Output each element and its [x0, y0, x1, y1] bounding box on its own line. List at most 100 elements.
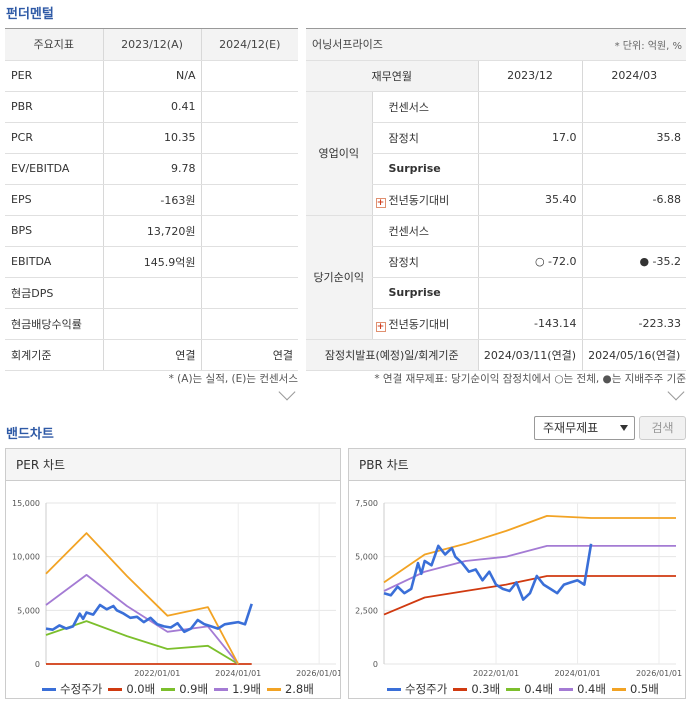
fundamental-row: PBR 0.41 — [5, 91, 298, 123]
y-tick-label: 10,000 — [12, 553, 40, 562]
group-label: 당기순이익 — [306, 215, 372, 340]
earnings-table: 어닝서프라이즈 * 단위: 억원, % 재무연월 2023/12 2024/03… — [306, 28, 686, 371]
col-2023-12: 2023/12 — [477, 60, 582, 92]
earnings-footer-row: 잠정치발표(예정)일/회계기준 2024/03/11(연결) 2024/05/16(… — [306, 339, 686, 371]
legend-item[interactable]: 2.8배 — [266, 681, 314, 697]
earnings-item-label: 컨센서스 — [371, 91, 478, 123]
actual-value — [102, 308, 201, 340]
earnings-value-2024-03 — [581, 277, 686, 309]
x-tick-label: 2026/01/01 — [636, 669, 682, 678]
legend-swatch — [453, 688, 468, 691]
earnings-row: 영업이익 컨센서스 — [306, 91, 686, 216]
estimate-value — [200, 215, 298, 247]
earnings-item-label: 잠정치 — [371, 246, 478, 278]
legend-label: 1.9배 — [232, 682, 261, 696]
estimate-value — [200, 308, 298, 340]
legend-item[interactable]: 0.4배 — [506, 681, 553, 697]
y-tick-label: 0 — [373, 660, 378, 669]
footer-label: 잠정치발표(예정)일/회계기준 — [306, 339, 478, 371]
legend-item[interactable]: 수정주가 — [42, 681, 102, 697]
earnings-item-text: 잠정치 — [388, 131, 419, 145]
fundamental-row: PER N/A — [5, 60, 298, 92]
legend-item[interactable]: 0.0배 — [108, 681, 155, 697]
earnings-value-2024-03: -6.88 — [581, 184, 686, 216]
select-value: 주재무제표 — [543, 421, 599, 435]
legend-label: 2.8배 — [284, 682, 314, 696]
actual-value: N/A — [102, 60, 201, 92]
chevron-down-icon — [620, 425, 628, 431]
per-chart-legend: 수정주가 0.0배 0.9배 1.9배 2.8배 — [42, 681, 320, 697]
earnings-title: 어닝서프라이즈 — [306, 29, 478, 61]
earnings-item-text: 전년동기대비 — [388, 193, 450, 207]
x-tick-label: 2022/01/01 — [473, 669, 519, 678]
earnings-row: 당기순이익 컨센서스 — [306, 215, 686, 340]
legend-item[interactable]: 0.5배 — [611, 681, 659, 697]
legend-item[interactable]: 0.3배 — [453, 681, 500, 697]
chevron-down-icon[interactable] — [278, 383, 296, 401]
earnings-value-2023-12: 35.40 — [477, 184, 582, 216]
estimate-value — [200, 246, 298, 278]
earnings-value-2024-03: ● -35.2 — [581, 246, 686, 278]
earnings-item-text: Surprise — [388, 286, 441, 299]
earnings-value-2023-12: -143.14 — [477, 308, 582, 340]
estimate-value — [200, 184, 298, 216]
legend-label: 수정주가 — [60, 682, 103, 696]
per-chart: 15,000 10,000 5,000 0 2022/01/01 2024/01/01 20… — [12, 499, 342, 678]
y-tick-label: 5,000 — [355, 553, 378, 562]
x-tick-label: 2024/01/01 — [215, 669, 261, 678]
legend-item[interactable]: 0.9배 — [161, 681, 208, 697]
band-line — [383, 575, 676, 616]
indicator-label: 회계기준 — [5, 339, 103, 371]
earnings-item-label: 컨센서스 — [371, 215, 478, 247]
earnings-item-label: + 전년동기대비 — [371, 308, 478, 340]
search-button[interactable]: 검색 — [639, 416, 686, 440]
sub-header: 재무연월 — [306, 60, 478, 92]
band-line — [383, 515, 676, 584]
actual-value: 13,720원 — [102, 215, 201, 247]
earnings-value-2024-03: -223.33 — [581, 308, 686, 340]
legend-item[interactable]: 1.9배 — [214, 681, 261, 697]
indicator-label: EBITDA — [5, 246, 103, 278]
estimate-value — [200, 91, 298, 123]
earnings-unit: * 단위: 억원, % — [478, 29, 686, 61]
earnings-value-2023-12 — [477, 277, 582, 309]
legend-swatch — [559, 688, 574, 691]
actual-value — [102, 277, 201, 309]
adjusted-price-line — [45, 603, 253, 634]
legend-label: 0.4배 — [524, 682, 554, 696]
indicator-label: EV/EBITDA — [5, 153, 103, 185]
fundamental-row: 현금DPS — [5, 277, 298, 309]
actual-value: 9.78 — [102, 153, 201, 185]
legend-label: 수정주가 — [405, 682, 448, 696]
fundamental-row: EV/EBITDA 9.78 — [5, 153, 298, 185]
indicator-label: PBR — [5, 91, 103, 123]
earnings-item-text: 컨센서스 — [388, 224, 429, 238]
legend-label: 0.5배 — [629, 682, 659, 696]
legend-swatch — [108, 688, 123, 691]
adjusted-price-line — [383, 543, 593, 601]
footer-value-2: 2024/05/16(연결) — [581, 339, 686, 371]
expand-plus-icon[interactable]: + — [375, 321, 386, 332]
earnings-value-2023-12 — [477, 215, 582, 247]
estimate-value — [200, 60, 298, 92]
earnings-value-2023-12: 17.0 — [477, 122, 582, 154]
actual-value: 10.35 — [102, 122, 201, 154]
header-indicator: 주요지표 — [5, 29, 103, 61]
legend-swatch — [214, 688, 229, 691]
x-tick-label: 2026/01/01 — [296, 669, 340, 678]
legend-item[interactable]: 수정주가 — [387, 681, 447, 697]
y-tick-label: 2,500 — [355, 606, 378, 615]
expand-plus-icon[interactable]: + — [375, 197, 386, 208]
earnings-item-label: Surprise — [371, 277, 478, 309]
earnings-item-text: Surprise — [388, 162, 441, 175]
legend-item[interactable]: 0.4배 — [559, 681, 606, 697]
financial-statement-select[interactable]: 주재무제표 — [534, 416, 635, 440]
indicator-label: BPS — [5, 215, 103, 247]
chevron-down-icon[interactable] — [667, 383, 685, 401]
indicator-label: 현금DPS — [5, 277, 103, 309]
footer-value-1: 2024/03/11(연결) — [477, 339, 582, 371]
legend-swatch — [161, 688, 176, 691]
y-tick-label: 15,000 — [12, 499, 40, 508]
indicator-label: PER — [5, 60, 103, 92]
earnings-value-2024-03 — [581, 91, 686, 123]
